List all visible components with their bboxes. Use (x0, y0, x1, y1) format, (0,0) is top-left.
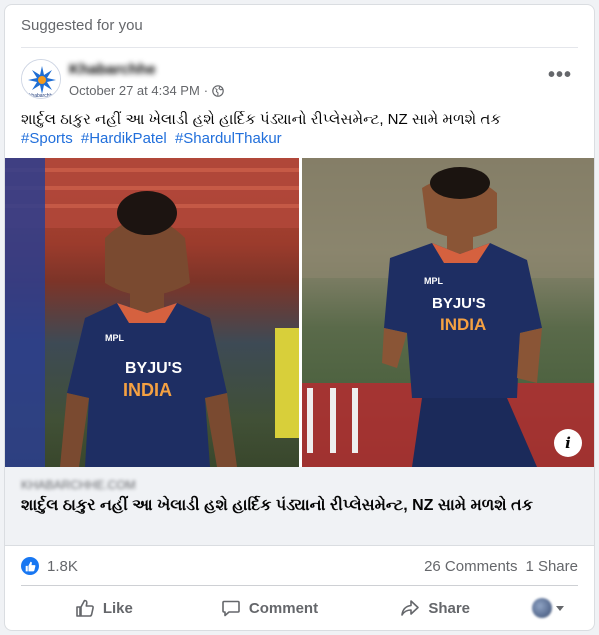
action-bar: Like Comment Share (21, 590, 578, 626)
suggested-label: Suggested for you (21, 17, 143, 34)
comment-button[interactable]: Comment (187, 590, 353, 626)
chevron-down-icon (556, 605, 565, 611)
meta-separator: · (203, 83, 209, 98)
comment-label: Comment (248, 599, 319, 617)
avatar[interactable]: khabarchhe (21, 59, 61, 99)
hashtag-shardulthakur[interactable]: #ShardulThakur (175, 130, 282, 147)
like-label: Like (102, 599, 133, 617)
link-image[interactable]: BYJU'S INDIA MPL BYJU'S INDIA MPL i (5, 158, 594, 467)
jersey-sponsor-left: BYJU'S (125, 360, 182, 377)
more-options-button[interactable]: ••• (542, 65, 578, 91)
like-reaction-icon[interactable] (21, 557, 39, 575)
post-card: Suggested for you khabarchhe Khabarchhe … (4, 4, 595, 631)
link-domain: KHABARCHHE.COM (21, 478, 136, 492)
hardik-pandya-photo: BYJU'S INDIA MPL (5, 158, 299, 467)
link-preview[interactable]: KHABARCHHE.COM શાર્દુલ ઠાકુર નહીં આ ખેલા… (5, 467, 594, 546)
post-date[interactable]: October 27 at 4:34 PM (69, 83, 200, 98)
khabarchhe-logo-icon: khabarchhe (22, 60, 60, 99)
info-icon[interactable]: i (554, 429, 582, 457)
like-button[interactable]: Like (21, 590, 187, 626)
hashtag-hardikpatel[interactable]: #HardikPatel (81, 130, 167, 147)
post-text: શાર્દુલ ઠાકુર નહીં આ ખેલાડી હશે હાર્દિક … (21, 111, 501, 128)
jersey-country-right: INDIA (440, 315, 486, 334)
likes-count[interactable]: 1.8K (47, 558, 78, 575)
shares-count[interactable]: 1 Share (525, 558, 578, 575)
link-title[interactable]: શાર્દુલ ઠાકુર નહીં આ ખેલાડી હશે હાર્દિક … (21, 495, 556, 516)
globe-icon[interactable] (212, 84, 224, 97)
share-button[interactable]: Share (352, 590, 518, 626)
post-meta: October 27 at 4:34 PM · (69, 83, 224, 98)
shardul-thakur-photo: BYJU'S INDIA MPL (302, 158, 594, 467)
shardul-thakur-illustration: BYJU'S INDIA MPL (302, 158, 594, 467)
jersey-sponsor-right: BYJU'S (432, 295, 486, 312)
jersey-badge-left: MPL (105, 333, 125, 343)
header-divider (21, 47, 578, 48)
engagement-stats: 1.8K 26 Comments 1 Share (21, 554, 578, 578)
profile-avatar (532, 598, 553, 618)
comment-icon (222, 600, 240, 617)
audience-selector[interactable] (518, 598, 578, 618)
hashtags: #Sports #HardikPatel #ShardulThakur (21, 130, 286, 147)
thumbs-up-icon (76, 599, 94, 617)
jersey-badge-right: MPL (424, 276, 444, 286)
hardik-pandya-illustration: BYJU'S INDIA MPL (5, 158, 299, 467)
jersey-country-left: INDIA (123, 380, 172, 400)
author-name[interactable]: Khabarchhe (69, 61, 156, 78)
comments-count[interactable]: 26 Comments (424, 558, 517, 575)
share-arrow-icon (401, 600, 420, 616)
svg-text:khabarchhe: khabarchhe (29, 93, 55, 99)
actions-divider (21, 585, 578, 586)
share-label: Share (428, 599, 471, 617)
hashtag-sports[interactable]: #Sports (21, 130, 73, 147)
